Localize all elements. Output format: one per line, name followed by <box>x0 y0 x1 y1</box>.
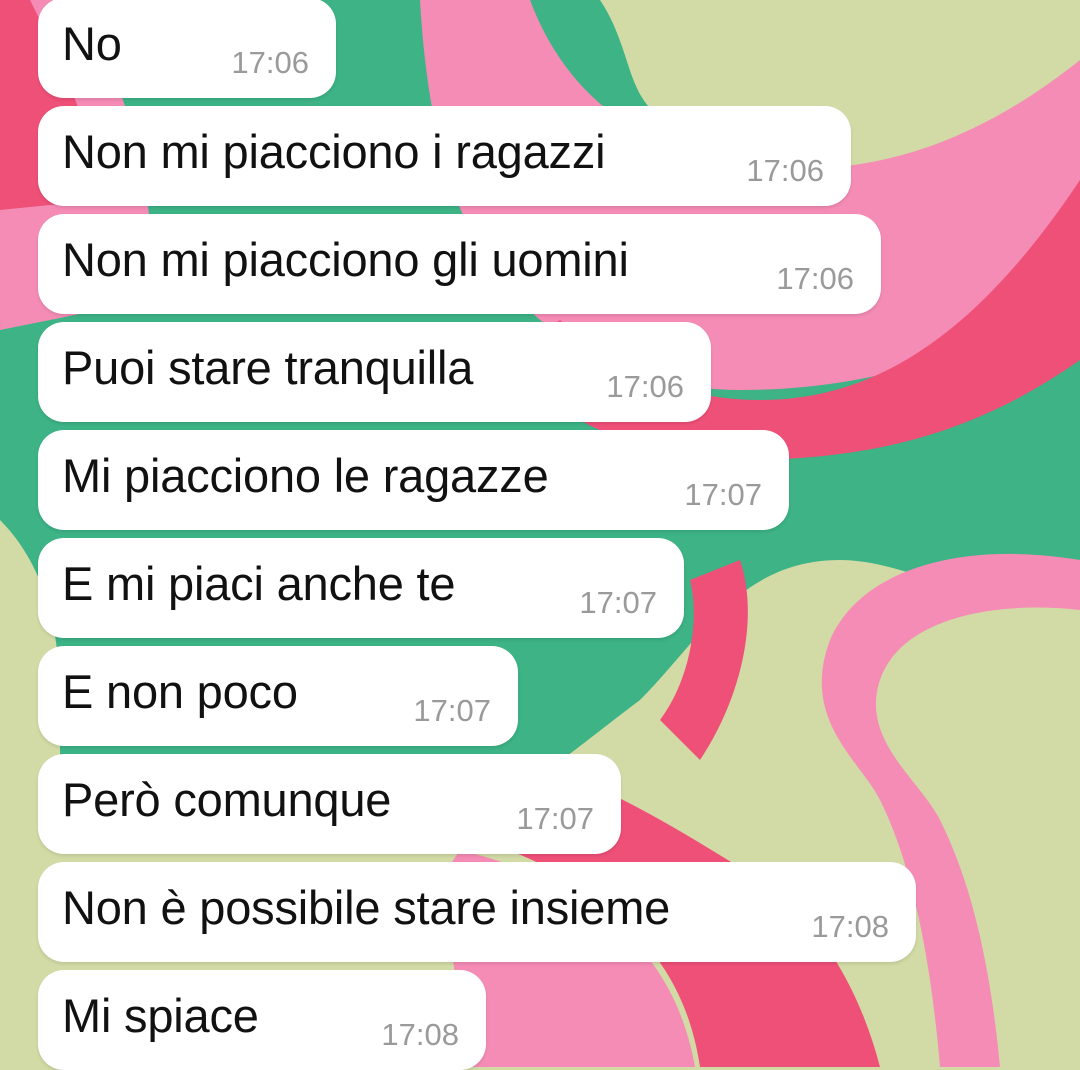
message-bubble[interactable]: Mi piacciono le ragazze 17:07 <box>38 430 789 530</box>
message-text: Non mi piacciono gli uomini <box>62 233 629 286</box>
message-time: 17:08 <box>381 1017 459 1052</box>
message-time: 17:07 <box>684 477 762 512</box>
message-time: 17:07 <box>516 801 594 836</box>
message-text: Non è possibile stare insieme <box>62 881 671 934</box>
message-bubble[interactable]: Non è possibile stare insieme 17:08 <box>38 862 916 962</box>
message-time: 17:08 <box>811 909 889 944</box>
message-text: E mi piaci anche te <box>62 557 456 610</box>
message-time: 17:06 <box>231 45 309 80</box>
message-text: Puoi stare tranquilla <box>62 341 474 394</box>
message-time: 17:07 <box>579 585 657 620</box>
message-list[interactable]: No 17:06 Non mi piacciono i ragazzi 17:0… <box>0 0 1080 1070</box>
message-time: 17:06 <box>776 261 854 296</box>
message-bubble[interactable]: Mi spiace 17:08 <box>38 970 486 1070</box>
message-text: E non poco <box>62 665 298 718</box>
message-bubble[interactable]: Non mi piacciono i ragazzi 17:06 <box>38 106 851 206</box>
message-text: No <box>62 17 122 70</box>
message-text: Mi piacciono le ragazze <box>62 449 549 502</box>
message-bubble[interactable]: Però comunque 17:07 <box>38 754 621 854</box>
message-bubble[interactable]: No 17:06 <box>38 0 336 98</box>
message-time: 17:06 <box>606 369 684 404</box>
message-time: 17:07 <box>413 693 491 728</box>
message-bubble[interactable]: Puoi stare tranquilla 17:06 <box>38 322 711 422</box>
message-bubble[interactable]: Non mi piacciono gli uomini 17:06 <box>38 214 881 314</box>
message-text: Non mi piacciono i ragazzi <box>62 125 606 178</box>
message-bubble[interactable]: E non poco 17:07 <box>38 646 518 746</box>
message-time: 17:06 <box>746 153 824 188</box>
message-text: Mi spiace <box>62 989 259 1042</box>
message-text: Però comunque <box>62 773 392 826</box>
message-bubble[interactable]: E mi piaci anche te 17:07 <box>38 538 684 638</box>
